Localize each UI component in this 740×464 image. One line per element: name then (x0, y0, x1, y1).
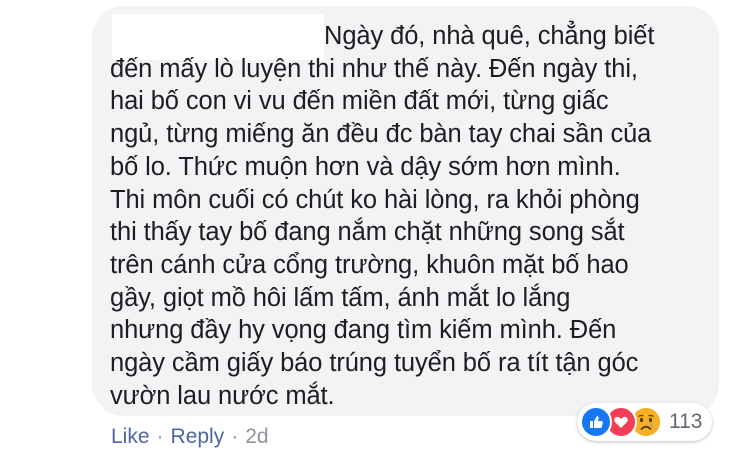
separator-dot: · (231, 425, 239, 448)
comment-text: Ngày đó, nhà quê, chẳng biết đến mấy lò … (110, 22, 655, 410)
reactions-summary[interactable]: 113 (577, 403, 713, 441)
reply-link[interactable]: Reply (171, 424, 225, 450)
timestamp[interactable]: 2d (245, 424, 268, 450)
like-link[interactable]: Like (111, 424, 150, 450)
separator-dot: · (156, 425, 164, 448)
reaction-count: 113 (669, 410, 703, 433)
comment-bubble: Ngày đó, nhà quê, chẳng biết đến mấy lò … (92, 6, 719, 416)
comment-actions: Like · Reply · 2d (111, 424, 269, 450)
like-icon (580, 406, 612, 438)
